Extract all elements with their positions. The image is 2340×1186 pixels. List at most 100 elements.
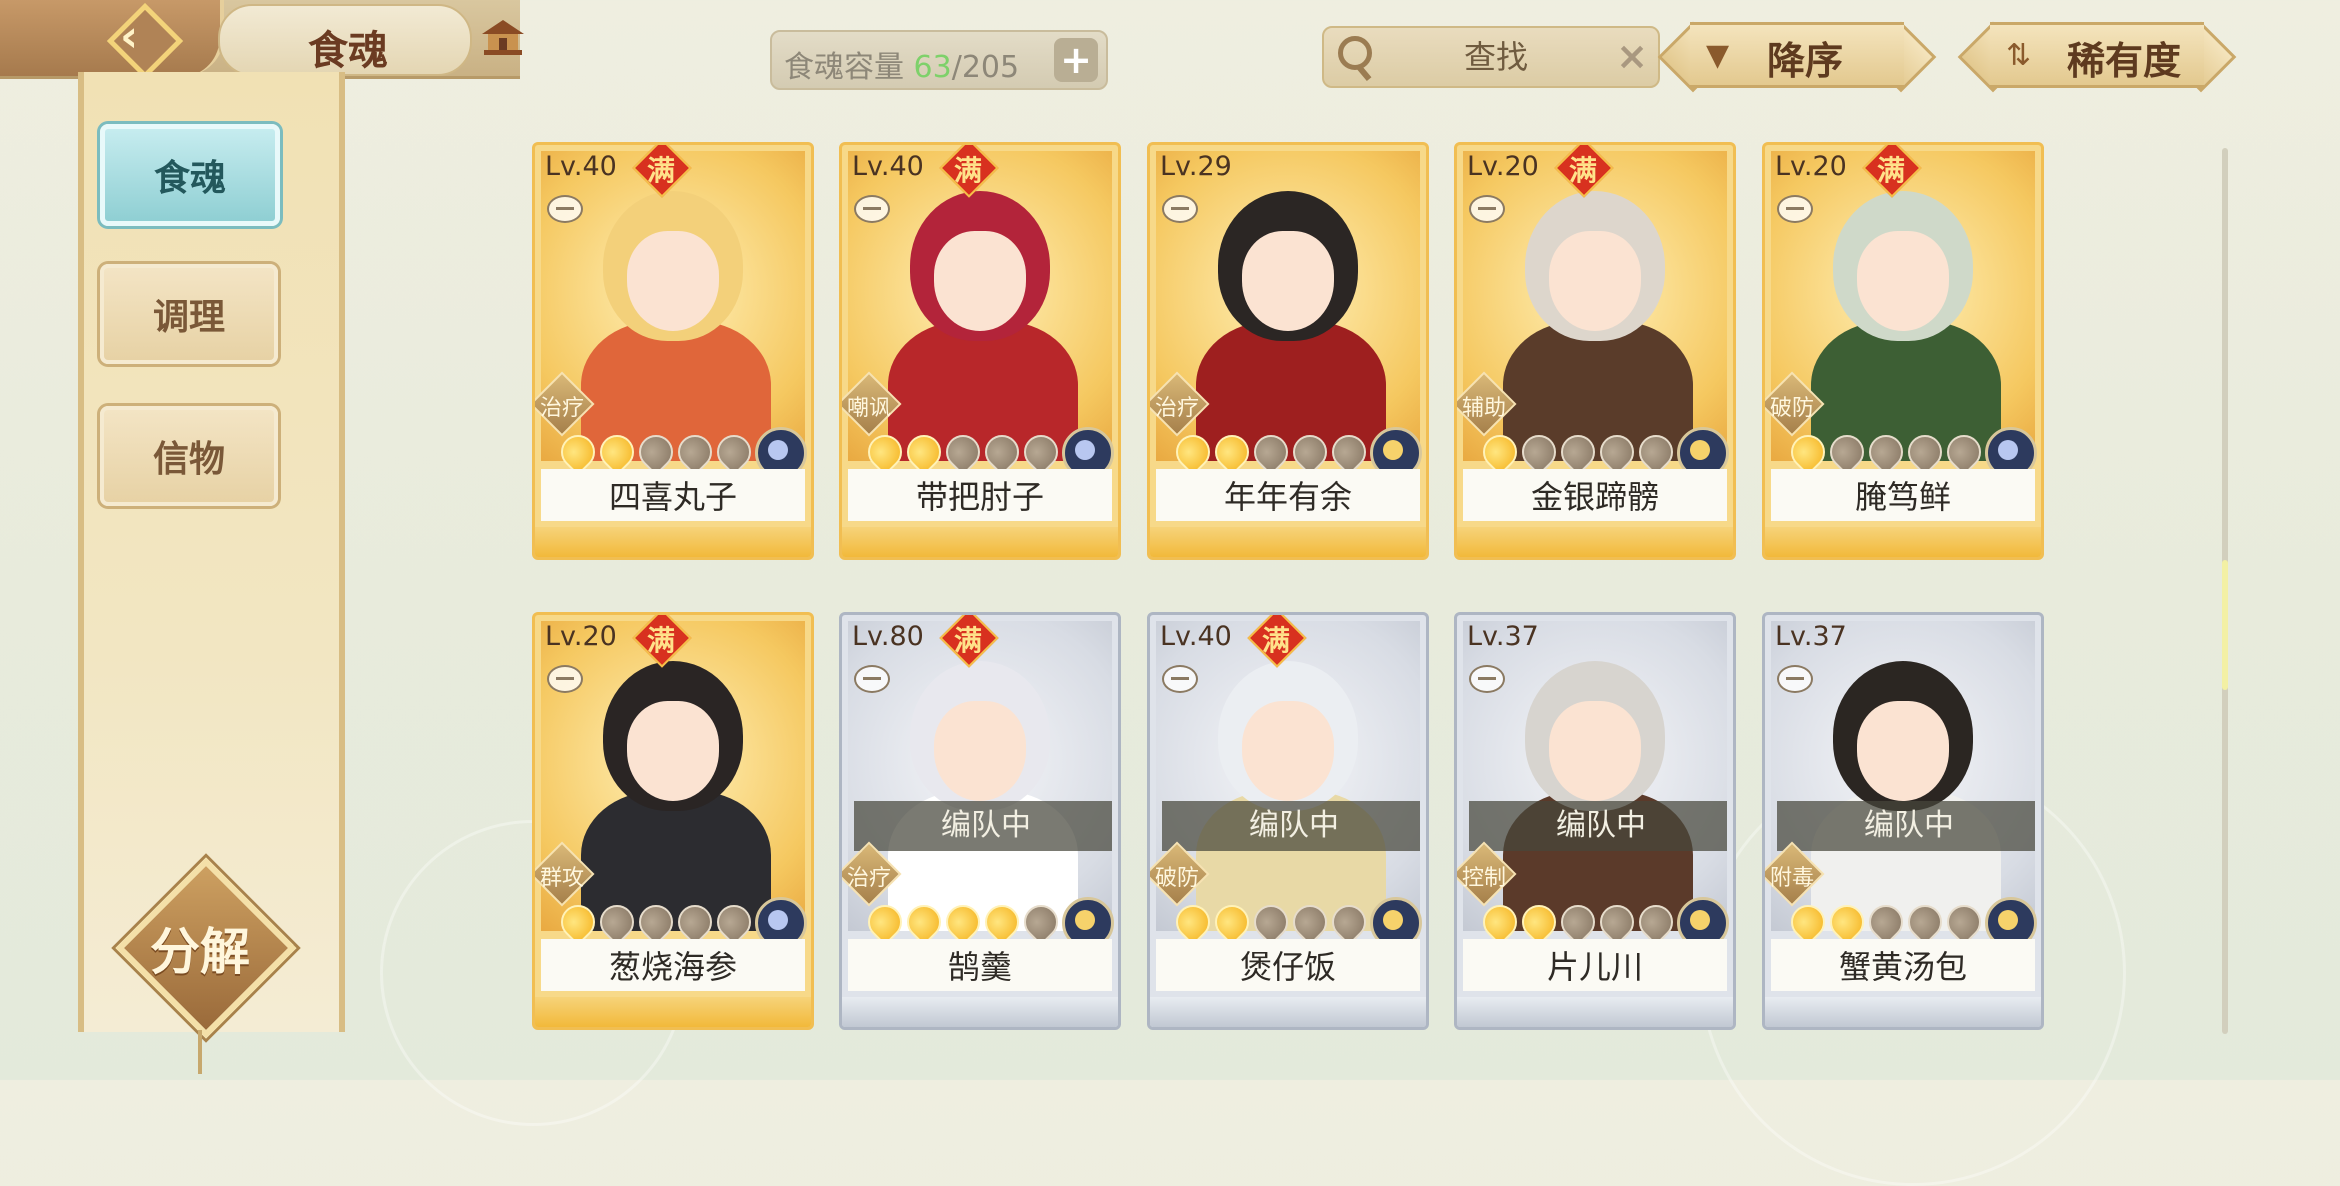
card-footer-strip: [1457, 997, 1733, 1027]
capacity-label: 食魂容量: [784, 50, 904, 85]
food-soul-card[interactable]: 编队中 Lv.37 控制 片儿川: [1454, 612, 1736, 1030]
level-label: Lv.20: [1775, 151, 1847, 182]
level-label: Lv.40: [545, 151, 617, 182]
food-soul-card[interactable]: 编队中 Lv.37 附毒 蟹黄汤包: [1762, 612, 2044, 1030]
level-label: Lv.29: [1160, 151, 1232, 182]
back-button[interactable]: ‹: [0, 0, 224, 80]
food-soul-card[interactable]: Lv.29 治疗 年年有余: [1147, 142, 1429, 560]
card-footer-strip: [1150, 527, 1426, 557]
card-footer-strip: [1457, 527, 1733, 557]
lock-toggle-icon[interactable]: [547, 665, 583, 693]
level-label: Lv.80: [852, 621, 924, 652]
card-name: 腌笃鲜: [1771, 469, 2035, 521]
decompose-label: 分解: [150, 922, 250, 981]
search-input[interactable]: [1384, 34, 1608, 80]
card-footer-strip: [1765, 997, 2041, 1027]
lock-toggle-icon[interactable]: [1469, 665, 1505, 693]
title-tab: 食魂: [218, 4, 472, 76]
search-icon: [1338, 36, 1372, 70]
lock-toggle-icon[interactable]: [1777, 195, 1813, 223]
full-badge: 满: [646, 624, 675, 657]
level-label: Lv.37: [1775, 621, 1847, 652]
lock-toggle-icon[interactable]: [547, 195, 583, 223]
lock-toggle-icon[interactable]: [1777, 665, 1813, 693]
emblem-flower: [1383, 910, 1403, 930]
lock-toggle-icon[interactable]: [854, 665, 890, 693]
full-badge: 满: [953, 624, 982, 657]
emblem-flower: [768, 440, 788, 460]
sort-rarity-button[interactable]: ⇅ 稀有度: [1957, 21, 2237, 93]
sidebar: 食魂 调理 信物 分解: [78, 72, 345, 1039]
emblem-flower: [768, 910, 788, 930]
full-badge: 满: [646, 154, 675, 187]
lock-toggle-icon[interactable]: [1162, 195, 1198, 223]
sort-order-button[interactable]: ▼ 降序: [1657, 21, 1937, 93]
star-rank-row: [1783, 897, 1989, 947]
add-capacity-button[interactable]: +: [1054, 38, 1098, 82]
level-label: Lv.40: [1160, 621, 1232, 652]
card-name: 鹄羹: [848, 939, 1112, 991]
food-soul-card[interactable]: 编队中 Lv.40 满破防 煲仔饭: [1147, 612, 1429, 1030]
scrollbar-thumb[interactable]: [2222, 560, 2228, 690]
back-diamond-frame: [106, 2, 184, 80]
clear-icon[interactable]: ×: [1616, 34, 1648, 78]
in-team-badge: 编队中: [854, 801, 1112, 851]
card-footer-strip: [1765, 527, 2041, 557]
emblem-flower: [1690, 440, 1710, 460]
full-badge: 满: [1876, 154, 1905, 187]
lock-toggle-icon[interactable]: [854, 195, 890, 223]
role-badge: 治疗: [846, 866, 891, 891]
star-rank-row: [1168, 427, 1374, 477]
full-badge: 满: [1261, 624, 1290, 657]
food-soul-card[interactable]: Lv.40 满嘲讽 带把肘子: [839, 142, 1121, 560]
decompose-button[interactable]: 分解: [115, 857, 297, 1039]
sidebar-item-food-souls[interactable]: 食魂: [100, 124, 280, 226]
star-rank-row: [1475, 897, 1681, 947]
card-name: 带把肘子: [848, 469, 1112, 521]
portrait-face: [1549, 701, 1641, 801]
page-title: 食魂: [308, 27, 388, 74]
food-soul-card[interactable]: Lv.20 满破防 腌笃鲜: [1762, 142, 2044, 560]
card-footer-strip: [1150, 997, 1426, 1027]
sidebar-item-tokens[interactable]: 信物: [100, 406, 278, 506]
emblem-flower: [1998, 440, 2018, 460]
sidebar-item-label: 信物: [152, 438, 225, 480]
in-team-badge: 编队中: [1162, 801, 1420, 851]
portrait-face: [627, 701, 719, 801]
lock-toggle-icon[interactable]: [1162, 665, 1198, 693]
level-label: Lv.20: [545, 621, 617, 652]
back-arrow-icon: ‹: [120, 11, 139, 62]
house-icon[interactable]: [480, 18, 526, 58]
food-soul-card[interactable]: 编队中 Lv.80 满治疗鹄羹: [839, 612, 1121, 1030]
role-badge: 附毒: [1769, 866, 1814, 891]
triangle-down-icon: ▼: [1706, 38, 1730, 73]
emblem-flower: [1998, 910, 2018, 930]
sort-rarity-label: 稀有度: [2067, 38, 2182, 83]
card-footer-strip: [842, 997, 1118, 1027]
card-name: 金银蹄髈: [1463, 469, 1727, 521]
portrait-face: [1549, 231, 1641, 331]
star-rank-row: [1168, 897, 1374, 947]
card-name: 煲仔饭: [1156, 939, 1420, 991]
capacity-display: 食魂容量 63/205 +: [770, 30, 1108, 90]
level-label: Lv.37: [1467, 621, 1539, 652]
emblem-flower: [1075, 910, 1095, 930]
role-badge: 群攻: [539, 866, 584, 891]
search-box: ×: [1322, 26, 1660, 88]
food-soul-card[interactable]: Lv.20 满群攻葱烧海参: [532, 612, 814, 1030]
card-footer-strip: [842, 527, 1118, 557]
food-soul-card[interactable]: Lv.20 满辅助 金银蹄髈: [1454, 142, 1736, 560]
portrait-face: [934, 231, 1026, 331]
in-team-badge: 编队中: [1777, 801, 2035, 851]
emblem-flower: [1075, 440, 1095, 460]
food-soul-card[interactable]: Lv.40 满治疗 四喜丸子: [532, 142, 814, 560]
role-badge: 嘲讽: [846, 396, 891, 421]
sidebar-item-tuning[interactable]: 调理: [100, 264, 278, 364]
star-rank-row: [553, 427, 759, 477]
card-name: 四喜丸子: [541, 469, 805, 521]
card-footer-strip: [535, 997, 811, 1027]
card-name: 葱烧海参: [541, 939, 805, 991]
lock-toggle-icon[interactable]: [1469, 195, 1505, 223]
sidebar-item-label: 调理: [152, 296, 225, 338]
star-rank-row: [1783, 427, 1989, 477]
